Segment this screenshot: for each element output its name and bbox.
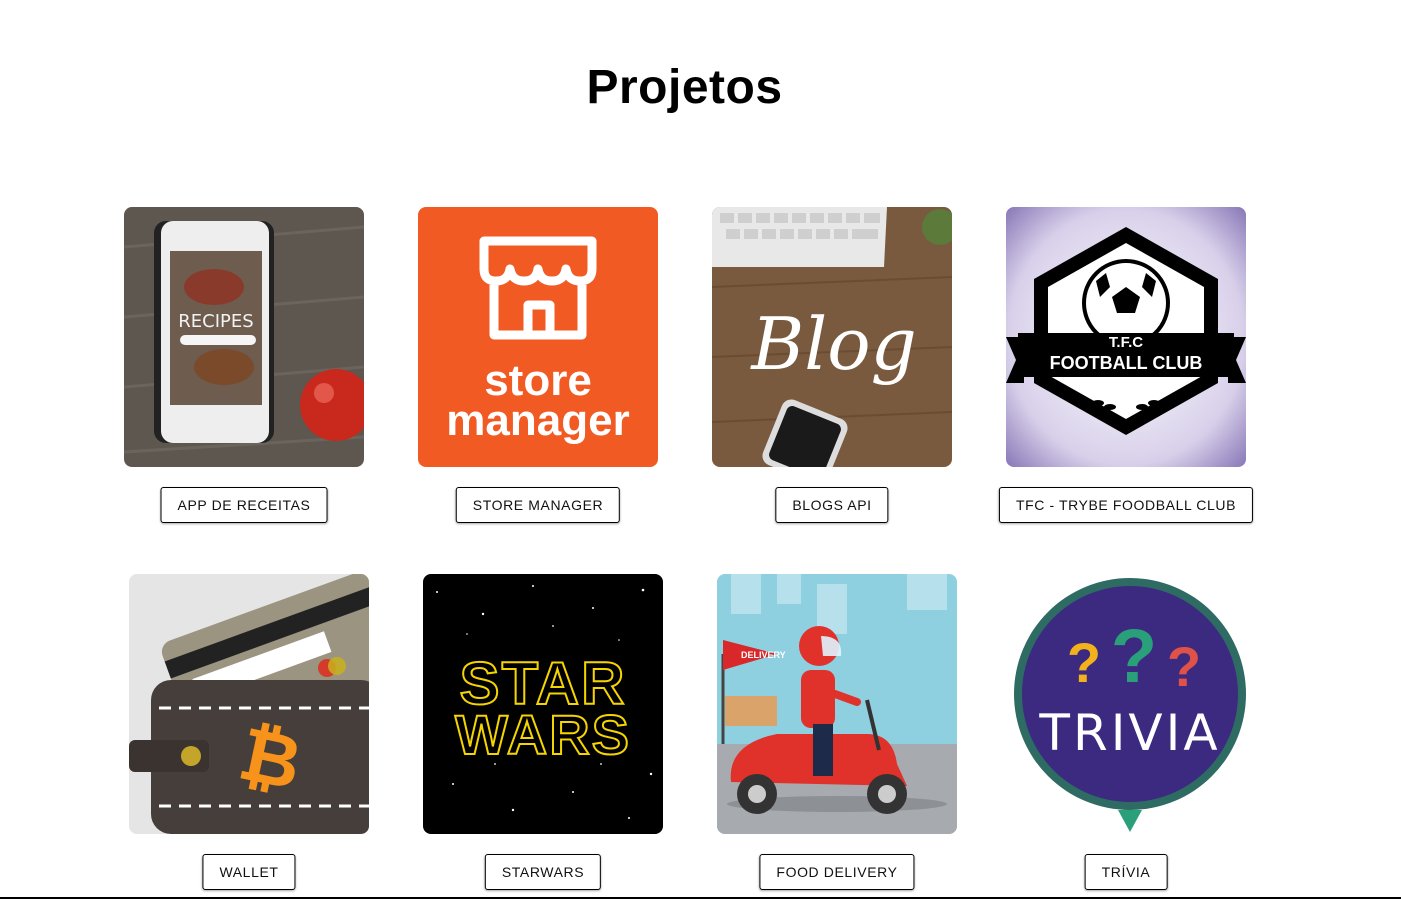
tfc-thumbnail[interactable]: T.F.C FOOTBALL CLUB [1006, 207, 1246, 467]
tfc-image-text: T.F.C [1109, 334, 1143, 351]
tfc-button[interactable]: TFC - TRYBE FOODBALL CLUB [998, 487, 1254, 523]
food-delivery-button[interactable]: FOOD DELIVERY [759, 854, 915, 890]
project-card-recipes: RECIPES APP DE RECEITAS [124, 207, 364, 523]
project-card-store-manager: store manager STORE MANAGER [418, 207, 658, 523]
project-card-food-delivery: DELIVERY FOOD DELIVERY [717, 574, 957, 890]
page-title: Projetos [586, 61, 783, 114]
wallet-thumbnail[interactable]: ₿ [129, 574, 369, 834]
manager-image-text: manager [446, 396, 629, 445]
blogs-api-button[interactable]: BLOGS API [775, 487, 889, 523]
project-card-tfc: T.F.C FOOTBALL CLUB TFC - TRYBE FOODBALL… [998, 207, 1254, 523]
store-manager-button[interactable]: STORE MANAGER [455, 487, 621, 523]
project-card-wallet: ₿ WALLET [129, 574, 369, 890]
trivia-button[interactable]: TRÍVIA [1084, 854, 1168, 890]
trivia-image-text: TRIVIA [1038, 704, 1220, 762]
project-card-trivia: ? ? ? TRIVIA TRÍVIA [1006, 574, 1246, 890]
trivia-thumbnail[interactable]: ? ? ? TRIVIA [1006, 574, 1246, 834]
wallet-button[interactable]: WALLET [202, 854, 296, 890]
question-mark-icon: ? [1167, 635, 1201, 698]
store-manager-thumbnail[interactable]: store manager [418, 207, 658, 467]
question-mark-icon: ? [1067, 631, 1101, 694]
blogs-api-thumbnail[interactable]: Blog [712, 207, 952, 467]
food-delivery-thumbnail[interactable]: DELIVERY [717, 574, 957, 834]
delivery-image-text: DELIVERY [741, 650, 786, 660]
project-card-starwars: STAR WARS STARWARS [423, 574, 663, 890]
wars-image-text: WARS [455, 703, 631, 766]
question-mark-icon: ? [1111, 614, 1157, 699]
football-club-image-text: FOOTBALL CLUB [1050, 353, 1203, 373]
starwars-button[interactable]: STARWARS [484, 854, 602, 890]
blog-image-text: Blog [749, 302, 916, 386]
starwars-thumbnail[interactable]: STAR WARS [423, 574, 663, 834]
app-de-receitas-button[interactable]: APP DE RECEITAS [160, 487, 328, 523]
project-card-blogs-api: Blog BLOGS API [712, 207, 952, 523]
recipes-image-text: RECIPES [178, 311, 253, 332]
recipes-thumbnail[interactable]: RECIPES [124, 207, 364, 467]
